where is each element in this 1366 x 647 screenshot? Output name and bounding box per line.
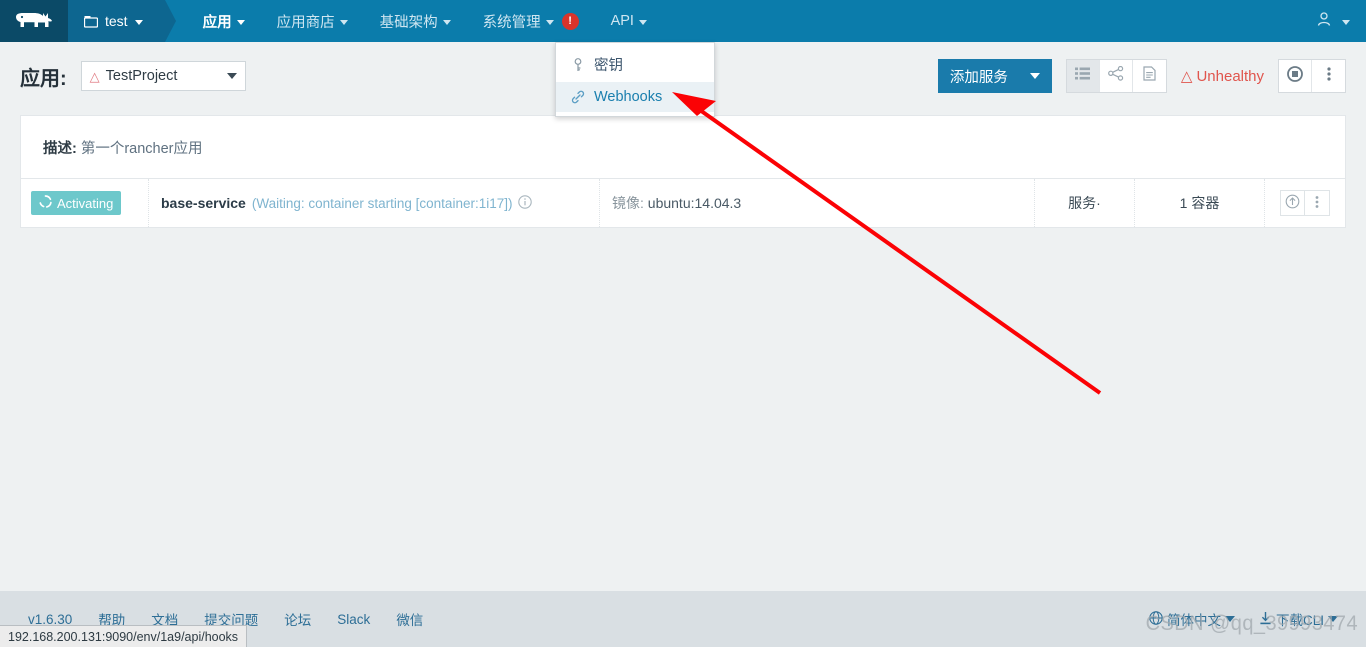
spinner-icon <box>39 195 52 211</box>
chevron-down-icon <box>134 19 143 25</box>
nav-item-label: 基础架构 <box>379 14 438 31</box>
rancher-cow-logo-icon <box>16 13 52 27</box>
description-value: 第一个rancher应用 <box>80 140 203 157</box>
dropdown-item-label: 密钥 <box>594 58 623 74</box>
chevron-down-icon <box>339 19 348 25</box>
user-icon <box>1316 11 1332 32</box>
cell-state: Activating <box>21 179 149 227</box>
row-action-group <box>1278 59 1346 93</box>
box-icon <box>84 15 98 28</box>
chevron-down-icon <box>442 19 451 25</box>
nav-item-label: API <box>610 13 634 29</box>
watermark: CSDN @qq_39993474 <box>1145 612 1359 635</box>
nav-items: 应用 应用商店 基础架构 系统管理 ! API <box>187 0 663 42</box>
services-table: Activating base-service (Waiting: contai… <box>20 179 1346 228</box>
nav-item-label: 应用 <box>202 14 232 31</box>
description-label: 描述: <box>43 140 77 157</box>
chevron-down-icon <box>1029 73 1040 79</box>
upgrade-button[interactable] <box>1281 191 1305 215</box>
chevron-down-icon <box>1342 19 1350 25</box>
link-icon <box>570 90 585 104</box>
chevron-down-icon <box>545 19 554 25</box>
kebab-menu-icon <box>1326 66 1331 87</box>
row-action-buttons <box>1280 190 1330 216</box>
nav-item-apps[interactable]: 应用 <box>187 0 261 42</box>
doc-view-button[interactable] <box>1133 60 1166 92</box>
nav-user-area[interactable] <box>1316 0 1366 42</box>
key-icon <box>570 57 585 72</box>
warning-triangle-icon: △ <box>89 68 100 84</box>
top-navbar: test 应用 应用商店 基础架构 系统管理 ! API <box>0 0 1366 42</box>
chevron-down-icon <box>638 19 647 25</box>
stop-circle-icon <box>1287 65 1303 87</box>
environment-label: test <box>105 13 128 29</box>
project-select-value: TestProject <box>105 68 178 84</box>
cell-image: 镜像: ubuntu:14.04.3 <box>600 179 1035 227</box>
list-icon <box>1075 67 1091 85</box>
nav-item-label: 应用商店 <box>276 14 335 31</box>
kebab-menu-icon <box>1315 195 1319 212</box>
add-service-button[interactable]: 添加服务 <box>937 59 1052 93</box>
rancher-logo[interactable] <box>0 0 68 42</box>
dropdown-item-webhooks[interactable]: Webhooks <box>556 82 714 112</box>
document-icon <box>1143 66 1156 86</box>
image-label: 镜像: <box>612 195 644 211</box>
share-icon <box>1108 65 1124 86</box>
description-panel: 描述: 第一个rancher应用 <box>20 115 1346 179</box>
nav-item-admin[interactable]: 系统管理 ! <box>467 0 595 42</box>
chevron-down-icon <box>226 73 237 79</box>
view-mode-group <box>1065 59 1167 93</box>
row-menu-button[interactable] <box>1305 191 1329 215</box>
upgrade-circle-icon <box>1285 194 1300 212</box>
service-status-detail: (Waiting: container starting [container:… <box>251 195 513 211</box>
footer-link-wechat[interactable]: 微信 <box>396 609 423 629</box>
graph-view-button[interactable] <box>1100 60 1133 92</box>
service-name-link[interactable]: base-service <box>161 195 246 211</box>
cell-service-name: base-service (Waiting: container startin… <box>149 179 600 227</box>
image-value: ubuntu:14.04.3 <box>647 195 742 211</box>
project-select[interactable]: △ TestProject <box>80 61 246 91</box>
status-badge: Activating <box>31 191 122 215</box>
nav-item-catalog[interactable]: 应用商店 <box>261 0 364 42</box>
health-status: △ Unhealthy <box>1180 67 1264 86</box>
stop-button[interactable] <box>1279 60 1312 92</box>
health-status-label: Unhealthy <box>1196 67 1264 85</box>
info-circle-icon[interactable] <box>518 194 533 212</box>
status-badge-label: Activating <box>57 195 114 211</box>
alert-badge: ! <box>561 12 579 30</box>
warning-triangle-icon: △ <box>1180 68 1193 85</box>
list-view-button[interactable] <box>1066 60 1100 92</box>
cell-container-count: 1 容器 <box>1135 179 1265 227</box>
add-service-label: 添加服务 <box>949 69 1008 86</box>
cell-scale: 服务· <box>1035 179 1135 227</box>
cell-actions <box>1265 179 1345 227</box>
chevron-down-icon <box>236 19 245 25</box>
nav-item-infrastructure[interactable]: 基础架构 <box>364 0 467 42</box>
api-dropdown-menu: 密钥 Webhooks <box>555 42 715 117</box>
scale-value: 服务· <box>1068 195 1101 211</box>
status-bar-url: 192.168.200.131:9090/env/1a9/api/hooks <box>0 625 248 647</box>
table-row[interactable]: Activating base-service (Waiting: contai… <box>21 179 1345 227</box>
container-count-value: 1 容器 <box>1179 195 1220 211</box>
dropdown-item-label: Webhooks <box>594 89 663 105</box>
footer-link-forum[interactable]: 论坛 <box>284 609 311 629</box>
nav-item-api[interactable]: API <box>595 0 663 42</box>
footer-link-slack[interactable]: Slack <box>337 612 370 627</box>
environment-switcher[interactable]: test <box>68 0 176 42</box>
rancher-app-page: test 应用 应用商店 基础架构 系统管理 ! API 密钥 Webhooks… <box>0 0 1366 647</box>
more-menu-button[interactable] <box>1312 60 1345 92</box>
dropdown-item-keys[interactable]: 密钥 <box>556 47 714 82</box>
nav-item-label: 系统管理 <box>482 14 541 31</box>
page-title: 应用: <box>20 67 67 90</box>
header-actions: 添加服务 △ Unhealthy <box>937 59 1346 93</box>
